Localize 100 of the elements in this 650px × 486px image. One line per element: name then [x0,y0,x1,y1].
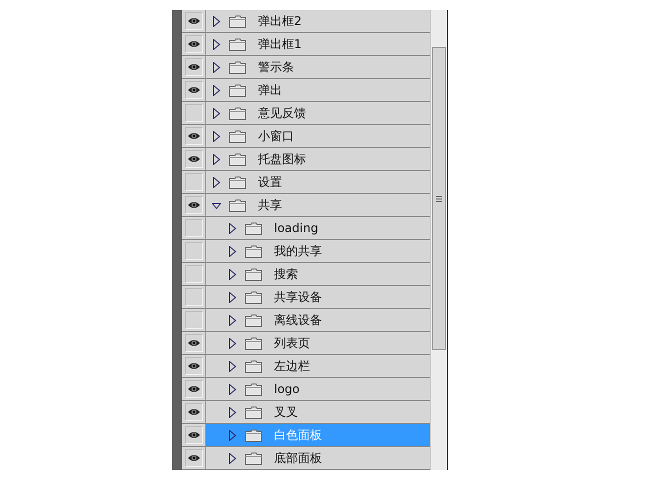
expand-triangle-icon[interactable] [228,406,237,418]
folder-icon [245,314,262,326]
expand-triangle-icon[interactable] [228,292,237,302]
layer-row[interactable]: 设置 [206,171,430,193]
layer-row[interactable]: 左边栏 [206,355,430,377]
expand-triangle-icon[interactable] [212,84,221,96]
layer-name: 我的共享 [274,244,322,258]
expand-triangle-icon[interactable] [212,108,221,118]
layer-row[interactable]: 弹出 [206,79,430,101]
layer-row[interactable]: 底部面板 [206,447,430,469]
layer-name: 小窗口 [258,129,294,143]
visibility-toggle[interactable] [184,173,202,191]
folder-icon [245,268,262,280]
eye-icon[interactable] [184,35,202,53]
folder-icon [229,14,246,28]
expand-triangle-icon[interactable] [228,222,237,234]
visibility-toggle[interactable] [184,219,202,237]
folder-icon [229,152,246,166]
eye-icon[interactable] [184,12,202,30]
folder-icon [245,244,262,258]
expand-triangle-icon[interactable] [228,452,237,464]
layer-name: loading [274,221,318,235]
grip-icon [436,194,442,202]
layer-row[interactable]: loading [206,217,430,239]
expand-triangle-icon[interactable] [212,176,221,188]
expand-triangle-icon[interactable] [212,130,221,142]
expand-triangle-icon[interactable] [228,314,237,326]
expand-triangle-icon[interactable] [212,154,221,164]
layer-row[interactable]: 小窗口 [206,125,430,147]
layer-name: 左边栏 [274,359,310,373]
layer-row[interactable]: 列表页 [206,332,430,354]
folder-icon [229,60,246,74]
expand-triangle-icon[interactable] [228,384,237,394]
visibility-toggle[interactable] [184,288,202,306]
expand-triangle-icon[interactable] [228,338,237,348]
layer-name: 离线设备 [274,313,322,327]
folder-icon [229,38,246,50]
layer-name: 共享 [258,198,282,212]
layer-name: 叉叉 [274,405,298,419]
eye-icon[interactable] [184,127,202,145]
layer-name: 弹出框2 [258,14,302,28]
layer-name: 弹出框1 [258,37,302,51]
eye-icon[interactable] [184,196,202,214]
layer-row[interactable]: 警示条 [206,56,430,78]
layer-name: 白色面板 [274,428,322,442]
layer-name: 设置 [258,175,282,189]
layer-name: 共享设备 [274,290,322,304]
layer-name: 弹出 [258,83,282,97]
folder-icon [229,176,246,188]
eye-icon[interactable] [184,150,202,168]
layer-name: 托盘图标 [258,152,306,166]
layer-row[interactable]: 托盘图标 [206,148,430,170]
layer-row[interactable]: 叉叉 [206,401,430,423]
visibility-toggle[interactable] [184,104,202,122]
expand-triangle-icon[interactable] [212,16,221,26]
folder-icon [229,106,246,120]
folder-icon [245,428,262,442]
eye-icon[interactable] [184,426,202,444]
layer-name: 搜索 [274,267,298,281]
eye-icon[interactable] [184,81,202,99]
folder-icon [245,382,262,396]
expand-triangle-icon[interactable] [228,268,237,280]
layer-name: logo [274,382,300,396]
layer-row[interactable]: 共享 [206,194,430,216]
visibility-toggle[interactable] [184,265,202,283]
eye-icon[interactable] [184,58,202,76]
visibility-toggle[interactable] [184,311,202,329]
eye-icon[interactable] [184,380,202,398]
folder-icon [245,452,262,464]
folder-icon [245,336,262,350]
folder-icon [245,222,262,234]
layer-name: 底部面板 [274,451,322,465]
expand-triangle-icon[interactable] [228,246,237,256]
expand-triangle-icon[interactable] [212,38,221,50]
folder-icon [229,130,246,142]
layer-row[interactable]: 我的共享 [206,240,430,262]
layer-row[interactable]: 弹出框1 [206,33,430,55]
eye-icon[interactable] [184,357,202,375]
scrollbar-thumb[interactable] [432,47,446,350]
layer-row[interactable]: 弹出框2 [206,10,430,32]
eye-icon[interactable] [184,449,202,467]
folder-icon [245,290,262,304]
layer-row[interactable]: 意见反馈 [206,102,430,124]
folder-icon [245,360,262,372]
eye-icon[interactable] [184,334,202,352]
expand-triangle-icon[interactable] [228,430,237,440]
layer-name: 列表页 [274,336,310,350]
visibility-toggle[interactable] [184,242,202,260]
layer-row[interactable]: 搜索 [206,263,430,285]
layer-row[interactable]: 离线设备 [206,309,430,331]
folder-icon [229,84,246,96]
layer-name: 意见反馈 [258,106,306,120]
scrollbar[interactable] [430,10,447,470]
folder-icon [229,198,246,212]
expand-triangle-icon[interactable] [228,360,237,372]
eye-icon[interactable] [184,403,202,421]
layer-row[interactable]: 共享设备 [206,286,430,308]
expand-triangle-icon[interactable] [212,62,221,72]
layer-name: 警示条 [258,60,294,74]
layer-row[interactable]: logo [206,378,430,400]
